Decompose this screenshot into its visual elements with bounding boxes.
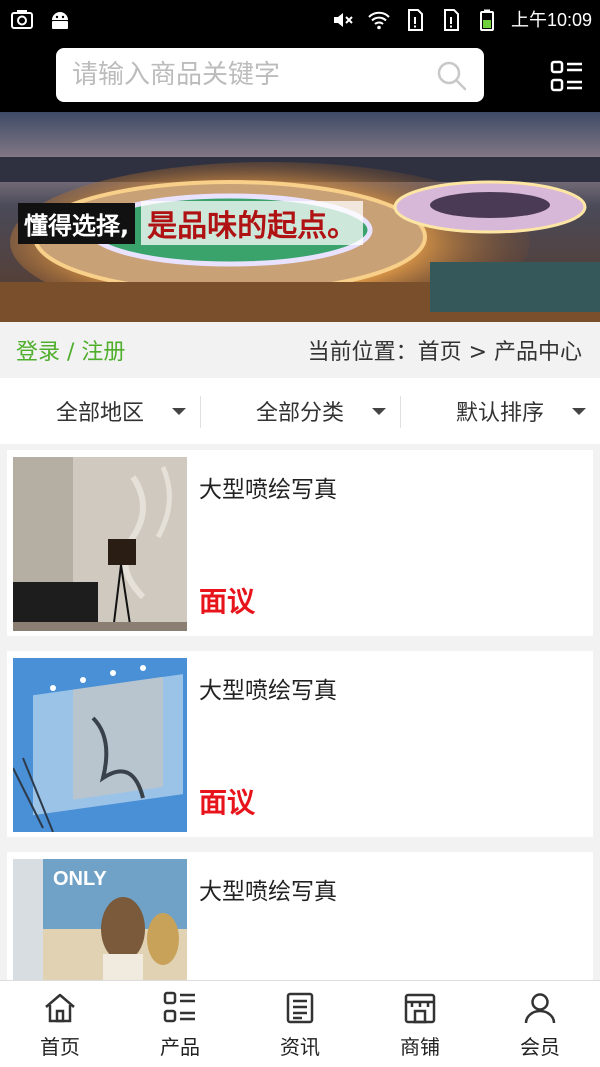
search-box[interactable] [56,48,484,102]
filter-region-label: 全部地区 [55,401,144,426]
bottom-tab-bar: 首页 产品 资讯 商铺 会员 [0,980,600,1067]
slogan-part2: 是品味的起点。 [141,201,364,245]
tab-home[interactable]: 首页 [0,981,120,1067]
slogan-part1: 懂得选择, [18,202,136,244]
sim2-icon [443,9,459,31]
camera-icon [11,10,33,29]
product-card[interactable]: 大型喷绘写真 面议 [7,651,593,837]
member-icon [524,993,556,1024]
status-bar: 上午10:09 [0,0,600,40]
login-register-link[interactable]: 登录 / 注册 [16,334,125,366]
shop-icon [404,993,436,1024]
filter-category[interactable]: 全部分类 [200,378,400,444]
product-card[interactable]: 大型喷绘写真 面议 [7,450,593,636]
breadcrumb: 当前位置：首页 > 产品中心 [307,340,582,365]
tab-member-label: 会员 [520,1035,560,1059]
tab-member[interactable]: 会员 [480,981,600,1067]
wifi-icon [368,11,390,30]
product-image[interactable] [13,658,187,832]
battery-icon [479,9,494,31]
product-grid-icon [163,991,195,1023]
filter-region[interactable]: 全部地区 [0,378,200,444]
tab-shop-label: 商铺 [400,1035,440,1059]
home-icon [45,993,75,1023]
product-price: 面议 [199,585,256,618]
search-icon[interactable] [436,60,468,92]
tab-products-label: 产品 [160,1035,200,1059]
news-icon [286,992,314,1024]
caret-down-icon [172,408,186,415]
category-menu-icon[interactable] [550,60,584,94]
android-icon [52,12,68,29]
tab-news-label: 资讯 [280,1035,320,1059]
product-title[interactable]: 大型喷绘写真 [199,671,337,705]
product-title[interactable]: 大型喷绘写真 [199,470,337,504]
tab-products[interactable]: 产品 [120,981,240,1067]
mute-icon [333,13,353,27]
tab-news[interactable]: 资讯 [240,981,360,1067]
clock: 上午10:09 [510,10,592,30]
product-title[interactable]: 大型喷绘写真 [199,872,337,906]
search-header [0,40,600,112]
tab-home-label: 首页 [40,1035,80,1059]
filter-bar: 全部地区 全部分类 默认排序 [0,378,600,444]
location-bar: 登录 / 注册 当前位置：首页 > 产品中心 [0,322,600,378]
product-image[interactable] [13,457,187,631]
sim1-icon [407,9,423,31]
caret-down-icon [372,408,386,415]
promo-banner[interactable]: 懂得选择, 是品味的起点。 [0,112,600,322]
product-price: 面议 [199,786,256,819]
filter-sort[interactable]: 默认排序 [400,378,600,444]
caret-down-icon [572,408,586,415]
filter-category-label: 全部分类 [255,401,344,426]
svg-text:ONLY: ONLY [53,868,107,890]
banner-slogan: 懂得选择, 是品味的起点。 [18,201,364,245]
tab-shop[interactable]: 商铺 [360,981,480,1067]
filter-sort-label: 默认排序 [455,401,544,426]
search-input[interactable] [72,48,422,102]
